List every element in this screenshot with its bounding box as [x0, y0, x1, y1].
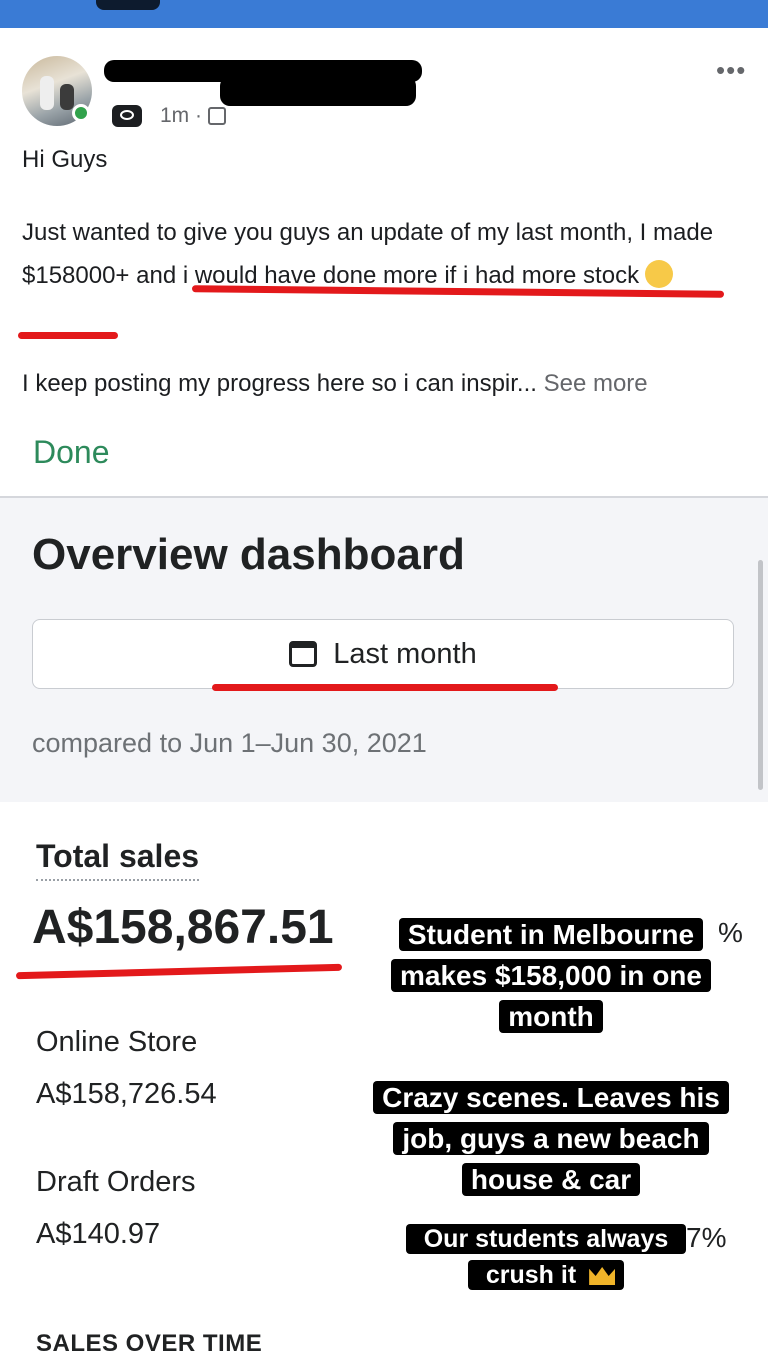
story-caption-2-text: Crazy scenes. Leaves his job, guys a new…: [373, 1081, 729, 1196]
sales-over-time-heading: SALES OVER TIME: [36, 1330, 263, 1357]
story-caption-1: Student in Melbourne makes $158,000 in o…: [366, 914, 736, 1037]
crown-emoji-icon: [589, 1267, 616, 1285]
calendar-icon: [289, 641, 318, 667]
post-body: Just wanted to give you guys an update o…: [22, 211, 752, 297]
red-underline: [18, 332, 118, 339]
total-sales-value: A$158,867.51: [32, 901, 334, 954]
post-meta: 1m ·: [112, 102, 227, 130]
avatar-person-1: [40, 76, 54, 110]
scrollbar[interactable]: [758, 560, 763, 790]
story-caption-3: Our students always crush it: [396, 1221, 696, 1293]
online-status-icon: [72, 104, 90, 122]
done-button[interactable]: Done: [33, 434, 110, 471]
draft-orders-value: A$140.97: [36, 1218, 161, 1250]
meta-separator: ·: [189, 104, 203, 127]
draft-orders-label: Draft Orders: [36, 1166, 196, 1198]
more-options-icon[interactable]: •••: [716, 57, 746, 83]
online-store-value: A$158,726.54: [36, 1078, 217, 1110]
story-caption-1-text: Student in Melbourne makes $158,000 in o…: [391, 918, 711, 1033]
post-greeting: Hi Guys: [22, 146, 108, 173]
post-teaser-text: I keep posting my progress here so i can…: [22, 370, 537, 397]
story-caption-2: Crazy scenes. Leaves his job, guys a new…: [356, 1077, 746, 1200]
story-caption-3-text: Our students always crush it: [414, 1224, 678, 1290]
compared-text: compared to Jun 1–Jun 30, 2021: [32, 728, 427, 758]
total-sales-label[interactable]: Total sales: [36, 838, 200, 881]
date-range-label: Last month: [333, 637, 477, 670]
post-teaser: I keep posting my progress here so i can…: [22, 362, 752, 405]
group-badge-icon: [112, 105, 142, 127]
online-store-label: Online Store: [36, 1026, 198, 1058]
story-caption-3-wrap: Our students always crush it: [405, 1224, 687, 1290]
audience-icon[interactable]: [208, 107, 227, 125]
post-time[interactable]: 1m: [160, 104, 189, 128]
avatar-person-2: [60, 84, 74, 110]
red-underline: [15, 963, 343, 980]
status-bar-notch: [96, 0, 160, 10]
dashboard-title: Overview dashboard: [32, 530, 465, 579]
tears-of-joy-emoji-icon: [645, 260, 674, 288]
red-underline: [212, 684, 558, 691]
status-bar: [0, 0, 768, 28]
post-body-text: Just wanted to give you guys an update o…: [22, 219, 714, 289]
redacted-name-2: [220, 76, 416, 106]
date-range-button[interactable]: Last month: [32, 619, 734, 689]
see-more-link[interactable]: See more: [544, 370, 648, 397]
